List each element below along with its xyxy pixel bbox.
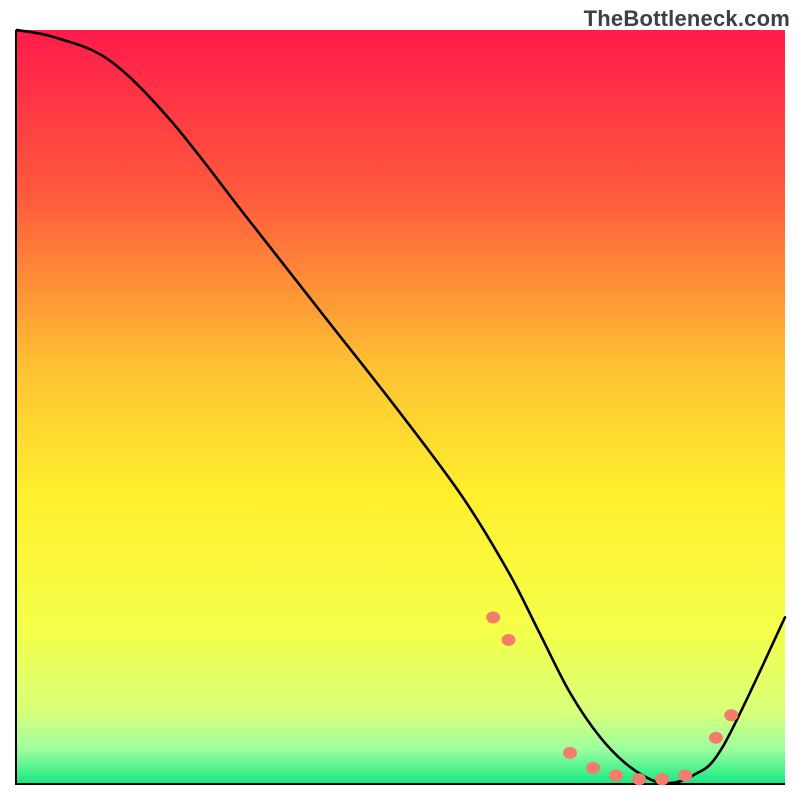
bottleneck-curve-path: [17, 30, 785, 783]
curve-layer: [17, 30, 785, 783]
highlight-dot: [678, 769, 692, 781]
highlight-dot: [486, 611, 500, 623]
highlight-dot: [586, 762, 600, 774]
highlight-dots-group: [486, 611, 738, 785]
highlight-dot: [709, 732, 723, 744]
highlight-dot: [502, 634, 516, 646]
highlight-dot: [724, 709, 738, 721]
chart-container: TheBottleneck.com: [0, 0, 800, 800]
highlight-dot: [655, 773, 669, 785]
highlight-dot: [609, 769, 623, 781]
highlight-dot: [563, 747, 577, 759]
highlight-dot: [632, 773, 646, 785]
plot-area: [15, 30, 785, 785]
watermark-text: TheBottleneck.com: [584, 6, 790, 32]
